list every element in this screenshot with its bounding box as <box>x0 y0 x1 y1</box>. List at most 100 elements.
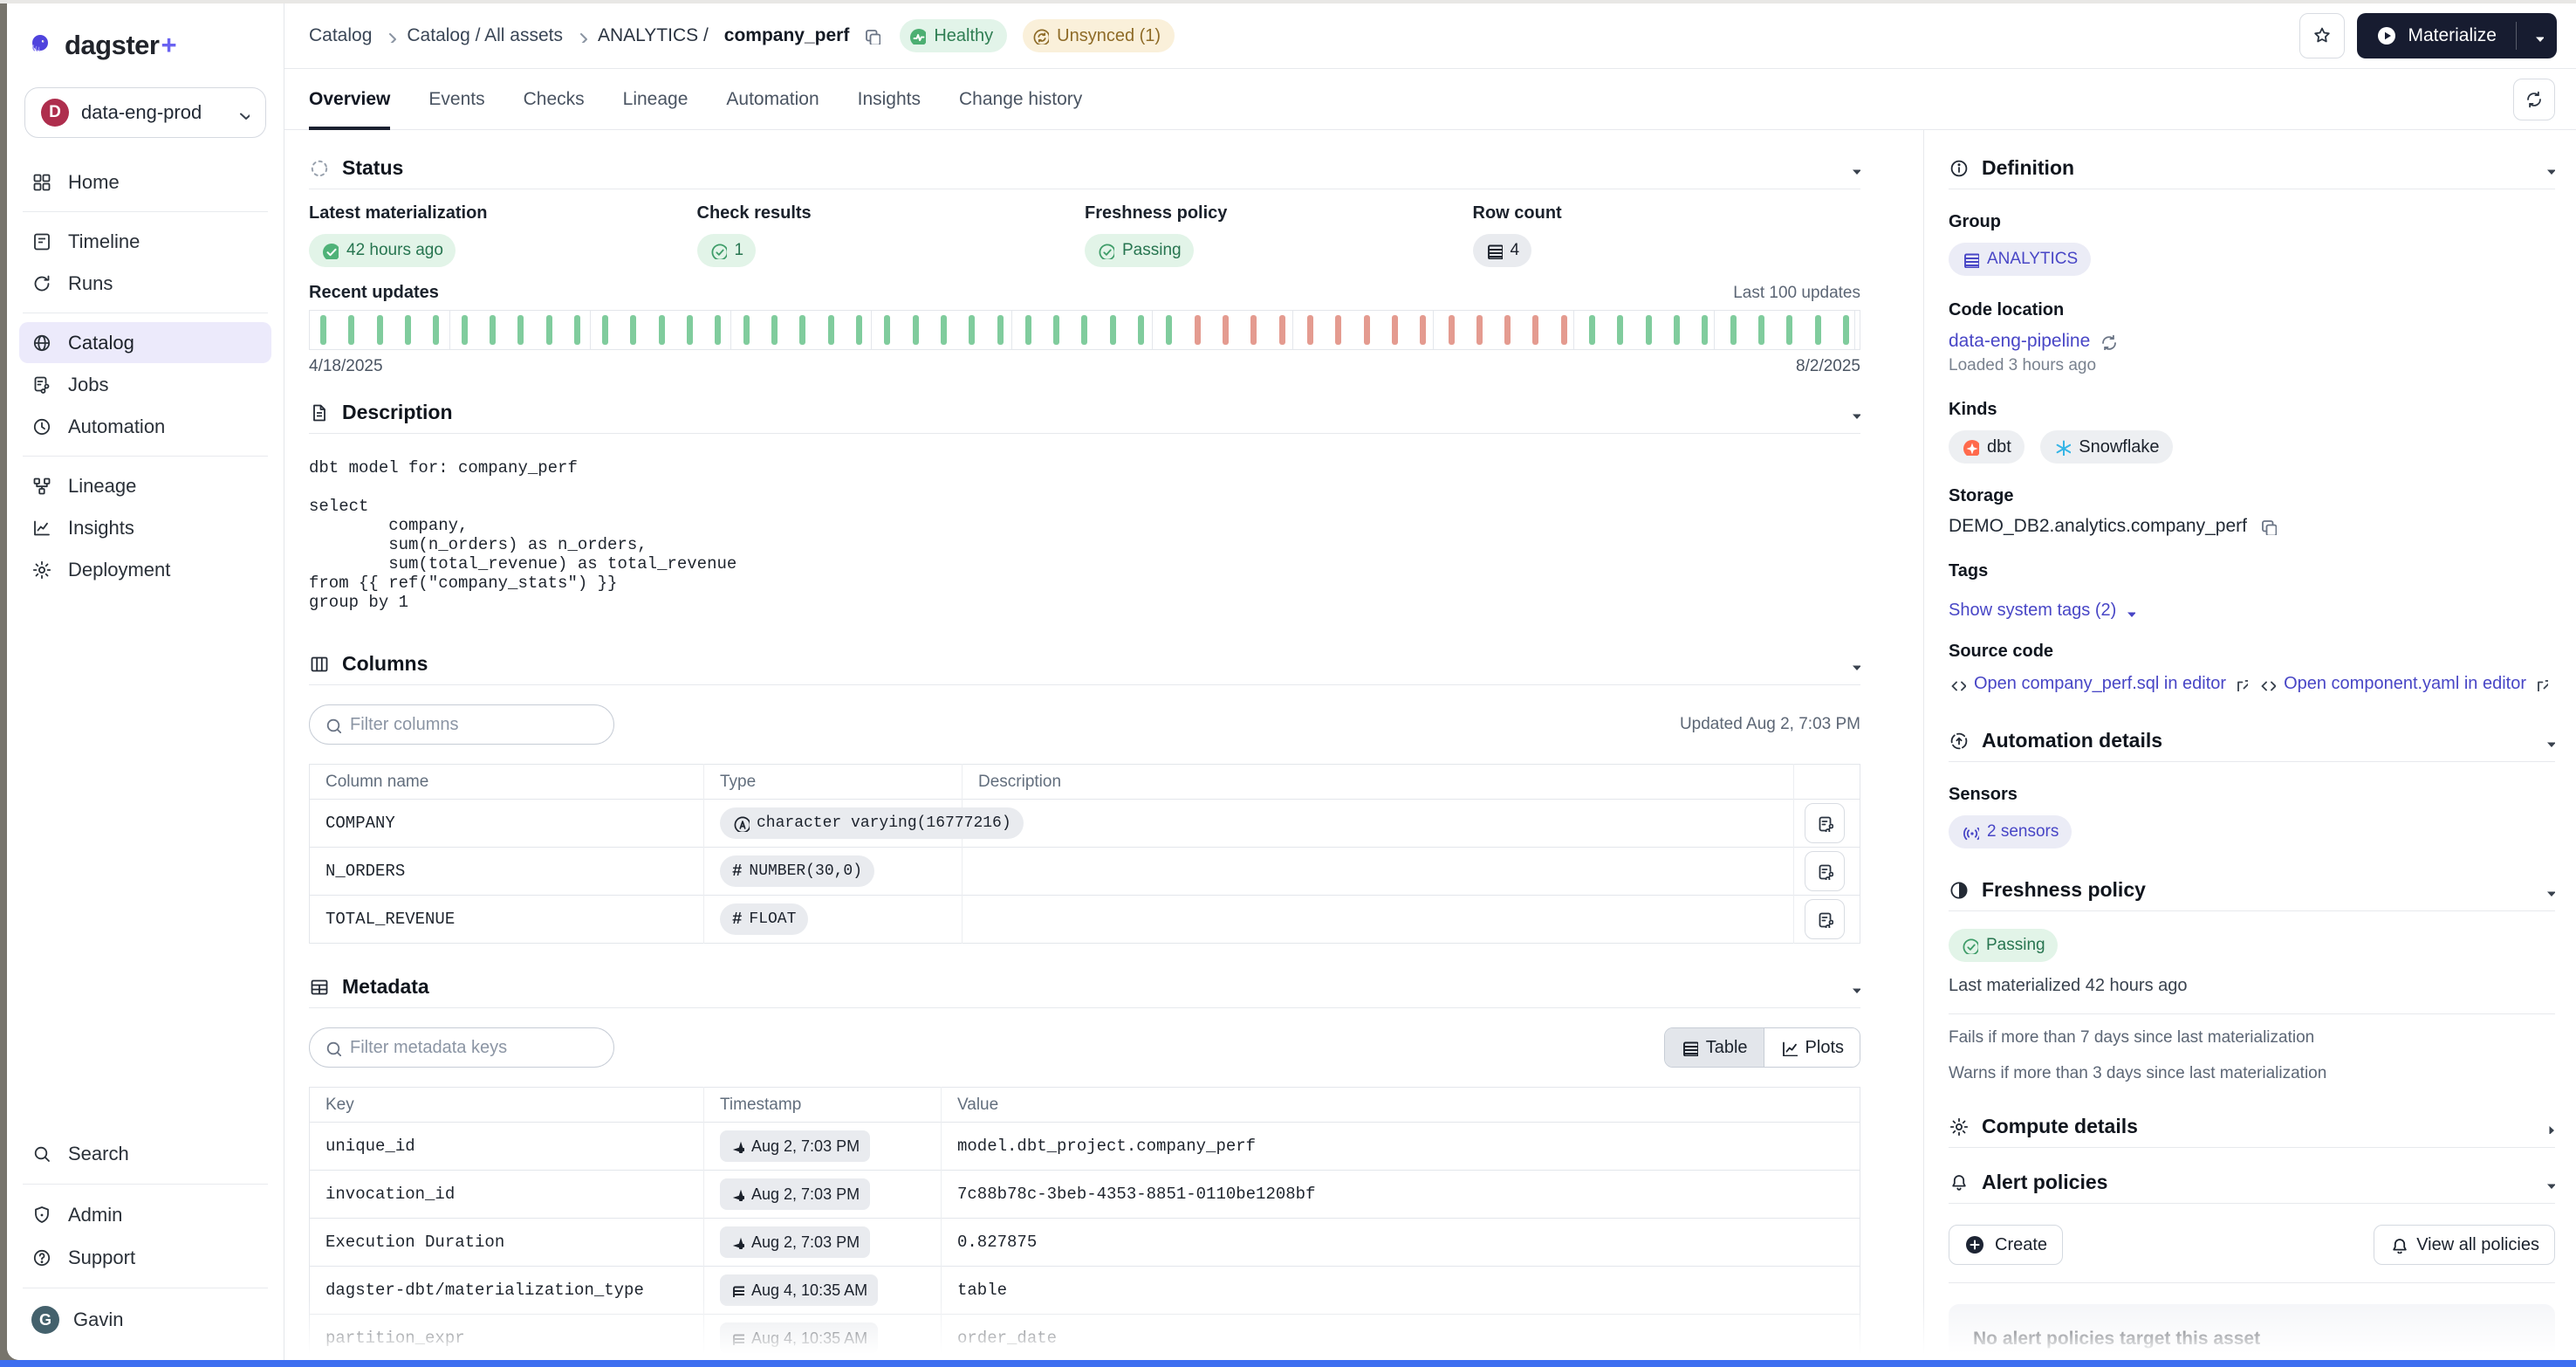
update-bar[interactable] <box>602 315 608 345</box>
materialize-button[interactable]: Materialize <box>2357 13 2557 58</box>
update-bar[interactable] <box>1617 315 1623 345</box>
update-bar[interactable] <box>828 315 834 345</box>
collapse-caret-icon[interactable] <box>1846 980 1860 994</box>
collapse-caret-icon[interactable] <box>1846 657 1860 671</box>
timestamp-pill[interactable]: Aug 4, 10:35 AM <box>720 1274 878 1306</box>
update-bar[interactable] <box>1250 315 1257 345</box>
tab-automation[interactable]: Automation <box>726 69 819 129</box>
update-bar[interactable] <box>348 315 354 345</box>
materialize-dropdown-button[interactable] <box>2517 13 2557 58</box>
dagster-logo[interactable]: dagster+ <box>7 23 284 68</box>
open-sql-link[interactable]: Open company_perf.sql in editor <box>1949 674 2248 694</box>
update-bar[interactable] <box>1476 315 1483 345</box>
sidebar-item-runs[interactable]: Runs <box>19 263 271 304</box>
update-bar[interactable] <box>1674 315 1680 345</box>
sidebar-item-deployment[interactable]: Deployment <box>19 549 271 590</box>
update-bar[interactable] <box>1138 315 1144 345</box>
sidebar-item-timeline[interactable]: Timeline <box>19 221 271 262</box>
update-bar[interactable] <box>405 315 411 345</box>
collapse-caret-icon[interactable] <box>1846 406 1860 420</box>
update-bar[interactable] <box>1449 315 1455 345</box>
filter-columns-input[interactable] <box>350 715 599 735</box>
sidebar-item-automation[interactable]: Automation <box>19 406 271 447</box>
sidebar-item-support[interactable]: Support <box>19 1237 271 1278</box>
update-bar[interactable] <box>1053 315 1059 345</box>
update-bar[interactable] <box>1589 315 1595 345</box>
sidebar-item-home[interactable]: Home <box>19 161 271 203</box>
timestamp-pill[interactable]: Aug 4, 10:35 AM <box>720 1322 878 1354</box>
view-all-policies-button[interactable]: View all policies <box>2374 1225 2555 1265</box>
timestamp-pill[interactable]: Aug 2, 7:03 PM <box>720 1226 870 1258</box>
tab-events[interactable]: Events <box>428 69 484 129</box>
timestamp-pill[interactable]: Aug 2, 7:03 PM <box>720 1130 870 1162</box>
update-bar[interactable] <box>1166 315 1172 345</box>
update-bar[interactable] <box>1532 315 1538 345</box>
timestamp-pill[interactable]: Aug 2, 7:03 PM <box>720 1178 870 1210</box>
kind-pill-snowflake[interactable]: Snowflake <box>2040 430 2172 464</box>
sidebar-item-insights[interactable]: Insights <box>19 507 271 548</box>
update-bar[interactable] <box>997 315 1004 345</box>
update-bar[interactable] <box>659 315 665 345</box>
row-count-pill[interactable]: 4 <box>1473 234 1532 267</box>
update-bar[interactable] <box>715 315 721 345</box>
group-pill[interactable]: ANALYTICS <box>1949 243 2091 276</box>
update-bar[interactable] <box>1758 315 1764 345</box>
tab-change-history[interactable]: Change history <box>959 69 1082 129</box>
update-bar[interactable] <box>771 315 778 345</box>
column-lineage-button[interactable] <box>1805 803 1845 843</box>
expand-caret-icon[interactable] <box>2541 1120 2555 1134</box>
update-bar[interactable] <box>1420 315 1426 345</box>
code-location-link[interactable]: data-eng-pipeline <box>1949 331 2090 352</box>
breadcrumb-catalog[interactable]: Catalog <box>309 25 372 46</box>
update-bar[interactable] <box>546 315 552 345</box>
update-bar[interactable] <box>1081 315 1087 345</box>
update-bar[interactable] <box>1702 315 1708 345</box>
user-menu[interactable]: G Gavin <box>19 1298 271 1342</box>
tab-overview[interactable]: Overview <box>309 69 390 129</box>
reload-icon[interactable] <box>2099 333 2116 350</box>
sensors-pill[interactable]: 2 sensors <box>1949 815 2072 848</box>
update-bar[interactable] <box>687 315 693 345</box>
update-bar[interactable] <box>517 315 524 345</box>
update-bar[interactable] <box>377 315 383 345</box>
freshness-pill[interactable]: Passing <box>1085 234 1194 267</box>
collapse-caret-icon[interactable] <box>2541 161 2555 175</box>
breadcrumb-all-assets[interactable]: Catalog / All assets <box>407 25 563 46</box>
update-bar[interactable] <box>1843 315 1849 345</box>
update-bar[interactable] <box>941 315 947 345</box>
update-bar[interactable] <box>1025 315 1031 345</box>
sidebar-item-search[interactable]: Search <box>19 1133 271 1174</box>
filter-metadata-input[interactable] <box>350 1038 599 1058</box>
update-bar[interactable] <box>1786 315 1792 345</box>
update-bar[interactable] <box>743 315 750 345</box>
update-bar[interactable] <box>1561 315 1567 345</box>
update-bar[interactable] <box>1307 315 1313 345</box>
update-bar[interactable] <box>1815 315 1821 345</box>
update-bar[interactable] <box>913 315 919 345</box>
deployment-switcher[interactable]: D data-eng-prod <box>24 87 266 138</box>
update-bar[interactable] <box>320 315 326 345</box>
update-bar[interactable] <box>1110 315 1116 345</box>
collapse-caret-icon[interactable] <box>1846 161 1860 175</box>
toggle-plots[interactable]: Plots <box>1764 1028 1860 1067</box>
update-bar[interactable] <box>1646 315 1652 345</box>
update-bar[interactable] <box>856 315 862 345</box>
update-bar[interactable] <box>574 315 580 345</box>
update-bar[interactable] <box>1364 315 1370 345</box>
tab-checks[interactable]: Checks <box>524 69 585 129</box>
collapse-caret-icon[interactable] <box>2541 734 2555 748</box>
update-bar[interactable] <box>433 315 439 345</box>
update-bar[interactable] <box>1392 315 1398 345</box>
column-lineage-button[interactable] <box>1805 899 1845 939</box>
copy-icon[interactable] <box>863 27 880 45</box>
tab-lineage[interactable]: Lineage <box>623 69 689 129</box>
update-bar[interactable] <box>1279 315 1285 345</box>
copy-icon[interactable] <box>2259 518 2277 535</box>
check-results-pill[interactable]: 1 <box>697 234 757 267</box>
unsynced-badge[interactable]: Unsynced (1) <box>1023 19 1175 52</box>
tab-insights[interactable]: Insights <box>858 69 921 129</box>
sidebar-item-catalog[interactable]: Catalog <box>19 322 271 363</box>
sidebar-item-lineage[interactable]: Lineage <box>19 465 271 506</box>
sidebar-item-jobs[interactable]: Jobs <box>19 364 271 405</box>
materialization-pill[interactable]: 42 hours ago <box>309 234 456 267</box>
